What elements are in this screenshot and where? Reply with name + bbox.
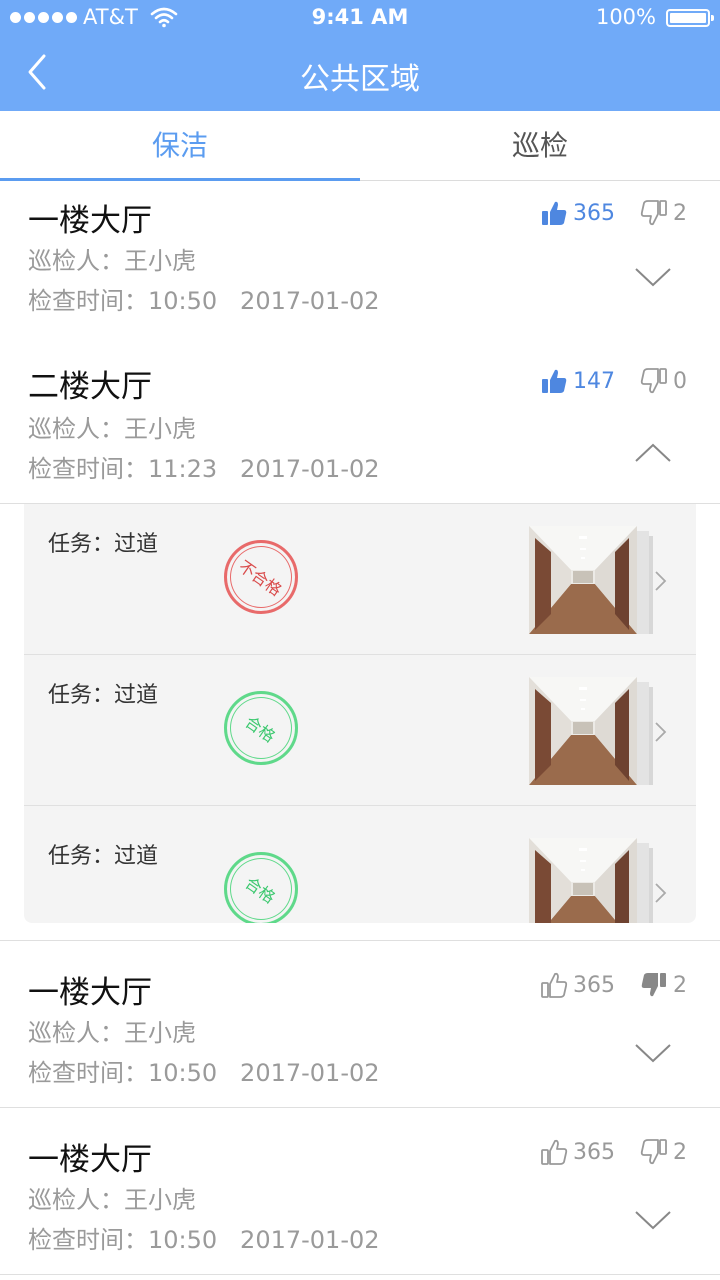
battery-icon [666, 9, 714, 27]
task-row[interactable]: 任务：过道 合格 [24, 806, 696, 923]
thumbs-down-outline-icon [640, 368, 667, 394]
task-label: 任务：过道 [48, 532, 159, 557]
stamp-text: 不合格 [235, 556, 286, 600]
thumbs-down-filled-icon [641, 973, 666, 997]
check-time: 检查时间：10:50 2017-01-02 [28, 287, 380, 315]
area-name: 一楼大厅 [28, 203, 152, 239]
like-count: 147 [573, 368, 615, 394]
photo-thumbnail[interactable] [529, 526, 653, 634]
stamp-text: 合格 [241, 873, 279, 908]
battery-percentage: 100% [595, 5, 656, 29]
navigation-bar: 公共区域 [0, 36, 720, 111]
record-card-expanded[interactable]: 二楼大厅 巡检人：王小虎 检查时间：11:23 2017-01-02 147 0 [0, 337, 720, 504]
dislike-button[interactable]: 2 [640, 1138, 687, 1166]
dislike-count: 2 [673, 1139, 687, 1165]
tab-bar: 保洁 巡检 [0, 111, 720, 181]
like-button[interactable]: 147 [540, 367, 615, 395]
chevron-down-icon[interactable] [634, 265, 672, 289]
thumbs-down-outline-icon [640, 1139, 667, 1165]
chevron-right-icon [655, 722, 667, 742]
pass-stamp: 合格 [224, 691, 298, 765]
task-row[interactable]: 任务：过道 不合格 [24, 504, 696, 655]
dislike-button[interactable]: 0 [640, 367, 687, 395]
record-card[interactable]: 一楼大厅 巡检人：王小虎 检查时间：10:50 2017-01-02 365 2 [0, 181, 720, 348]
record-card[interactable]: 一楼大厅 巡检人：王小虎 检查时间：10:50 2017-01-02 365 2 [0, 941, 720, 1108]
fail-stamp: 不合格 [224, 540, 298, 614]
corridor-photo [529, 677, 637, 785]
tab-cleaning[interactable]: 保洁 [0, 111, 360, 181]
dislike-button[interactable]: 2 [640, 199, 687, 227]
area-name: 二楼大厅 [28, 369, 152, 405]
area-name: 一楼大厅 [28, 1142, 152, 1178]
thumbs-up-outline-icon [541, 1139, 568, 1165]
dislike-count: 0 [673, 368, 687, 394]
check-time: 检查时间：11:23 2017-01-02 [28, 455, 380, 483]
thumbs-up-outline-icon [541, 972, 568, 998]
check-time: 检查时间：10:50 2017-01-02 [28, 1059, 380, 1087]
pass-stamp: 合格 [224, 852, 298, 923]
chevron-down-icon[interactable] [634, 1208, 672, 1232]
chevron-right-icon [655, 571, 667, 591]
inspector: 巡检人：王小虎 [28, 247, 196, 275]
record-card[interactable]: 一楼大厅 巡检人：王小虎 检查时间：10:50 2017-01-02 365 2 [0, 1108, 720, 1275]
check-time: 检查时间：10:50 2017-01-02 [28, 1226, 380, 1254]
inspector: 巡检人：王小虎 [28, 415, 196, 443]
like-count: 365 [573, 1139, 615, 1165]
tab-inspection[interactable]: 巡检 [360, 111, 720, 181]
chevron-right-icon [655, 883, 667, 903]
like-button[interactable]: 365 [540, 199, 615, 227]
inspector: 巡检人：王小虎 [28, 1019, 196, 1047]
status-bar: AT&T 9:41 AM 100% [0, 0, 720, 36]
dislike-count: 2 [673, 200, 687, 226]
task-label: 任务：过道 [48, 844, 159, 869]
task-row[interactable]: 任务：过道 合格 [24, 655, 696, 806]
area-name: 一楼大厅 [28, 975, 152, 1011]
inspector: 巡检人：王小虎 [28, 1186, 196, 1214]
dislike-count: 2 [673, 972, 687, 998]
thumbs-down-outline-icon [640, 200, 667, 226]
top-bar: AT&T 9:41 AM 100% 公共区域 [0, 0, 720, 111]
thumbs-up-filled-icon [542, 369, 567, 393]
like-button[interactable]: 365 [540, 971, 615, 999]
chevron-down-icon[interactable] [634, 1041, 672, 1065]
page-title: 公共区域 [300, 62, 420, 97]
dislike-button[interactable]: 2 [640, 971, 687, 999]
task-panel: 任务：过道 不合格 任务：过道 合格 任务：过道 合格 [24, 504, 696, 923]
like-count: 365 [573, 200, 615, 226]
corridor-photo [529, 526, 637, 634]
corridor-photo [529, 838, 637, 923]
stamp-text: 合格 [241, 712, 279, 747]
task-label: 任务：过道 [48, 683, 159, 708]
chevron-up-icon[interactable] [634, 441, 672, 465]
photo-thumbnail[interactable] [529, 838, 653, 923]
like-count: 365 [573, 972, 615, 998]
like-button[interactable]: 365 [540, 1138, 615, 1166]
thumbs-up-filled-icon [542, 201, 567, 225]
photo-thumbnail[interactable] [529, 677, 653, 785]
